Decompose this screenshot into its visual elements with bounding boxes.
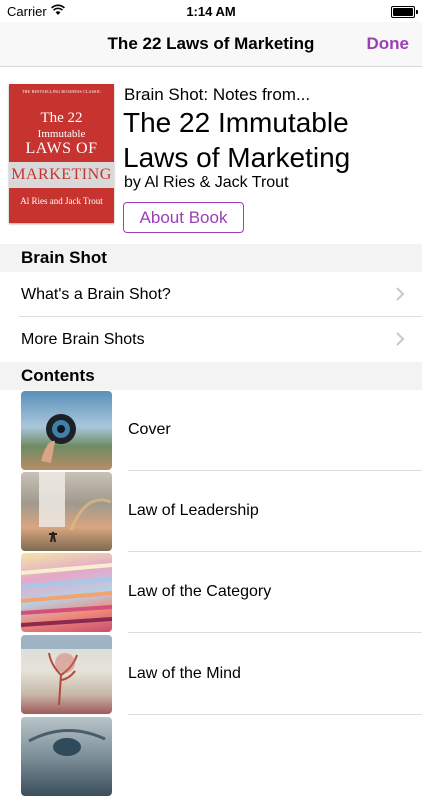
row-label: More Brain Shots (21, 331, 145, 348)
cover-tagline: THE BESTSELLING BUSINESS CLASSIC (22, 89, 101, 94)
clock: 1:14 AM (186, 4, 236, 19)
contents-label: Law of the Category (128, 583, 272, 600)
navigation-bar: The 22 Laws of Marketing Done (0, 22, 422, 67)
book-author: by Al Ries & Jack Trout (124, 174, 289, 191)
eye-photo-thumbnail (21, 717, 112, 796)
book-title: The 22 Immutable Laws of Marketing (123, 107, 351, 173)
book-header: THE BESTSELLING BUSINESS CLASSIC The 22 … (0, 67, 422, 244)
status-bar: Carrier 1:14 AM (0, 0, 422, 22)
cover-line-3: LAWS OF (25, 140, 98, 157)
nav-title: The 22 Laws of Marketing (107, 34, 315, 53)
contents-item-law-of-the-mind[interactable]: Law of the Mind (0, 634, 422, 715)
chevron-right-icon (396, 287, 405, 301)
contents-item-next[interactable] (0, 716, 422, 797)
section-header-brain-shot: Brain Shot (0, 244, 422, 272)
contents-label: Cover (128, 421, 171, 438)
cover-line-1: The 22 (40, 110, 83, 126)
section-header-contents: Contents (0, 362, 422, 390)
contents-item-law-of-leadership[interactable]: Law of Leadership (0, 471, 422, 552)
book-cover-image: THE BESTSELLING BUSINESS CLASSIC The 22 … (9, 84, 114, 223)
contents-label: Law of Leadership (128, 502, 259, 519)
more-brain-shots-row[interactable]: More Brain Shots (0, 317, 422, 362)
lens-photo-thumbnail (21, 391, 112, 470)
row-label: What's a Brain Shot? (21, 286, 171, 303)
contents-item-cover[interactable]: Cover (0, 390, 422, 471)
divider (128, 632, 422, 633)
cover-authors: Al Ries and Jack Trout (20, 196, 103, 206)
cover-line-2: Immutable (37, 128, 86, 140)
about-book-button[interactable]: About Book (123, 202, 244, 233)
contents-item-law-of-the-category[interactable]: Law of the Category (0, 552, 422, 633)
divider (128, 714, 422, 715)
sculpture-photo-thumbnail (21, 635, 112, 714)
battery-icon (391, 6, 418, 18)
whats-a-brain-shot-row[interactable]: What's a Brain Shot? (0, 272, 422, 317)
waterfall-photo-thumbnail (21, 472, 112, 551)
done-button[interactable]: Done (367, 34, 410, 54)
book-subtitle: Brain Shot: Notes from... (124, 85, 311, 104)
chevron-right-icon (396, 332, 405, 346)
paper-stack-photo-thumbnail (21, 553, 112, 632)
cover-band: MARKETING (9, 162, 114, 188)
contents-label: Law of the Mind (128, 665, 241, 682)
